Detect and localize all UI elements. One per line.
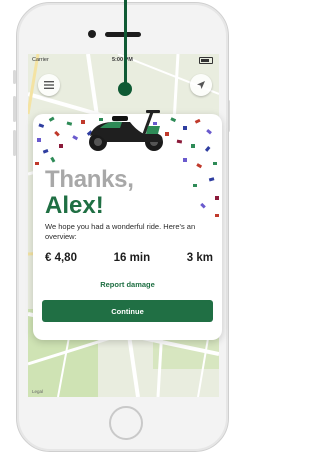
- earpiece: [105, 32, 141, 37]
- ride-distance: 3 km: [186, 252, 213, 264]
- stage: Carrier 5:00 PM Legal Thanks, Alex! We h…: [0, 0, 241, 454]
- continue-button[interactable]: Continue: [42, 300, 213, 322]
- wire-anchor-dot: [118, 82, 132, 96]
- ride-stats: € 4,80 16 min 3 km: [45, 252, 213, 264]
- user-name-heading: Alex!: [45, 192, 104, 219]
- report-damage-link[interactable]: Report damage: [33, 280, 222, 289]
- thanks-heading: Thanks,: [45, 166, 134, 193]
- location-arrow-icon: [197, 81, 205, 89]
- ride-description: We hope you had a wonderful ride. Here's…: [45, 222, 196, 241]
- scooter-icon: [89, 110, 163, 151]
- battery-icon: [199, 57, 213, 64]
- carrier-label: Carrier: [32, 57, 49, 63]
- status-time: 5:00 PM: [112, 57, 133, 63]
- front-camera: [88, 30, 96, 38]
- locate-button[interactable]: [190, 74, 212, 96]
- menu-button[interactable]: [38, 74, 60, 96]
- map-legal-link[interactable]: Legal: [32, 389, 43, 394]
- ride-duration: 16 min: [113, 252, 151, 264]
- ride-price: € 4,80: [45, 252, 77, 264]
- hanging-wire: [124, 0, 127, 88]
- home-button[interactable]: [109, 406, 143, 440]
- menu-icon: [44, 81, 54, 89]
